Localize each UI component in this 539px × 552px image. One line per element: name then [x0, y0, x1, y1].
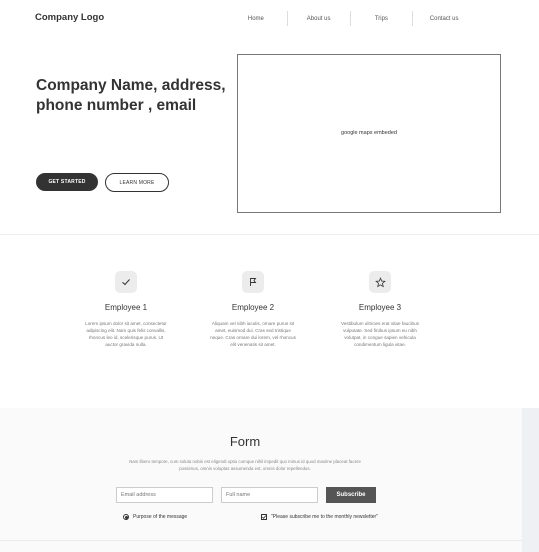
map-embed[interactable]: google maps embeded	[237, 54, 501, 213]
newsletter-checkbox-label: "Please subscribe me to the monthly news…	[271, 514, 378, 520]
star-icon	[369, 271, 391, 293]
learn-more-button[interactable]: LEARN MORE	[105, 173, 169, 192]
nav-contact-us[interactable]: Contact us	[413, 0, 475, 37]
radio-selected-dot	[124, 515, 128, 519]
feature-text: Vestibulum ultricies erat vitae faucibus…	[341, 321, 419, 347]
flag-icon	[242, 271, 264, 293]
section-divider	[0, 540, 522, 541]
feature-employee-1: Employee 1 Lorem ipsum dolor sit amet, c…	[71, 271, 181, 348]
purpose-radio-label: Purpose of the message	[133, 514, 188, 520]
main-nav: Home About us Trips Contact us	[225, 0, 475, 37]
form-description: Nam libero tempore, cum soluta nobis est…	[129, 459, 361, 471]
subscribe-button[interactable]: Subscribe	[326, 487, 376, 503]
feature-employee-2: Employee 2 Aliquam vel nibh iaculis, orn…	[198, 271, 308, 348]
get-started-button[interactable]: GET STARTED	[36, 173, 98, 191]
feature-title: Employee 3	[358, 303, 402, 312]
company-logo[interactable]: Company Logo	[35, 12, 104, 23]
form-title: Form	[229, 434, 261, 449]
check-icon	[115, 271, 137, 293]
side-panel	[522, 408, 539, 552]
hero-title: Company Name, address, phone number , em…	[36, 77, 226, 114]
feature-title: Employee 1	[104, 303, 148, 312]
email-input[interactable]	[116, 487, 213, 503]
form-section	[0, 408, 539, 552]
feature-text: Aliquam vel nibh iaculis, ornare purus s…	[210, 321, 296, 347]
newsletter-checkbox[interactable]	[261, 514, 267, 520]
feature-employee-3: Employee 3 Vestibulum ultricies erat vit…	[325, 271, 435, 348]
checkmark-icon	[262, 515, 267, 519]
nav-about-us[interactable]: About us	[288, 0, 350, 37]
section-divider	[0, 234, 539, 235]
full-name-input[interactable]	[221, 487, 318, 503]
map-placeholder-label: google maps embeded	[341, 129, 397, 136]
feature-text: Lorem ipsum dolor sit amet, consectetur …	[85, 321, 167, 347]
purpose-radio[interactable]	[123, 514, 129, 520]
nav-home[interactable]: Home	[225, 0, 287, 37]
feature-title: Employee 2	[231, 303, 275, 312]
nav-trips[interactable]: Trips	[351, 0, 413, 37]
